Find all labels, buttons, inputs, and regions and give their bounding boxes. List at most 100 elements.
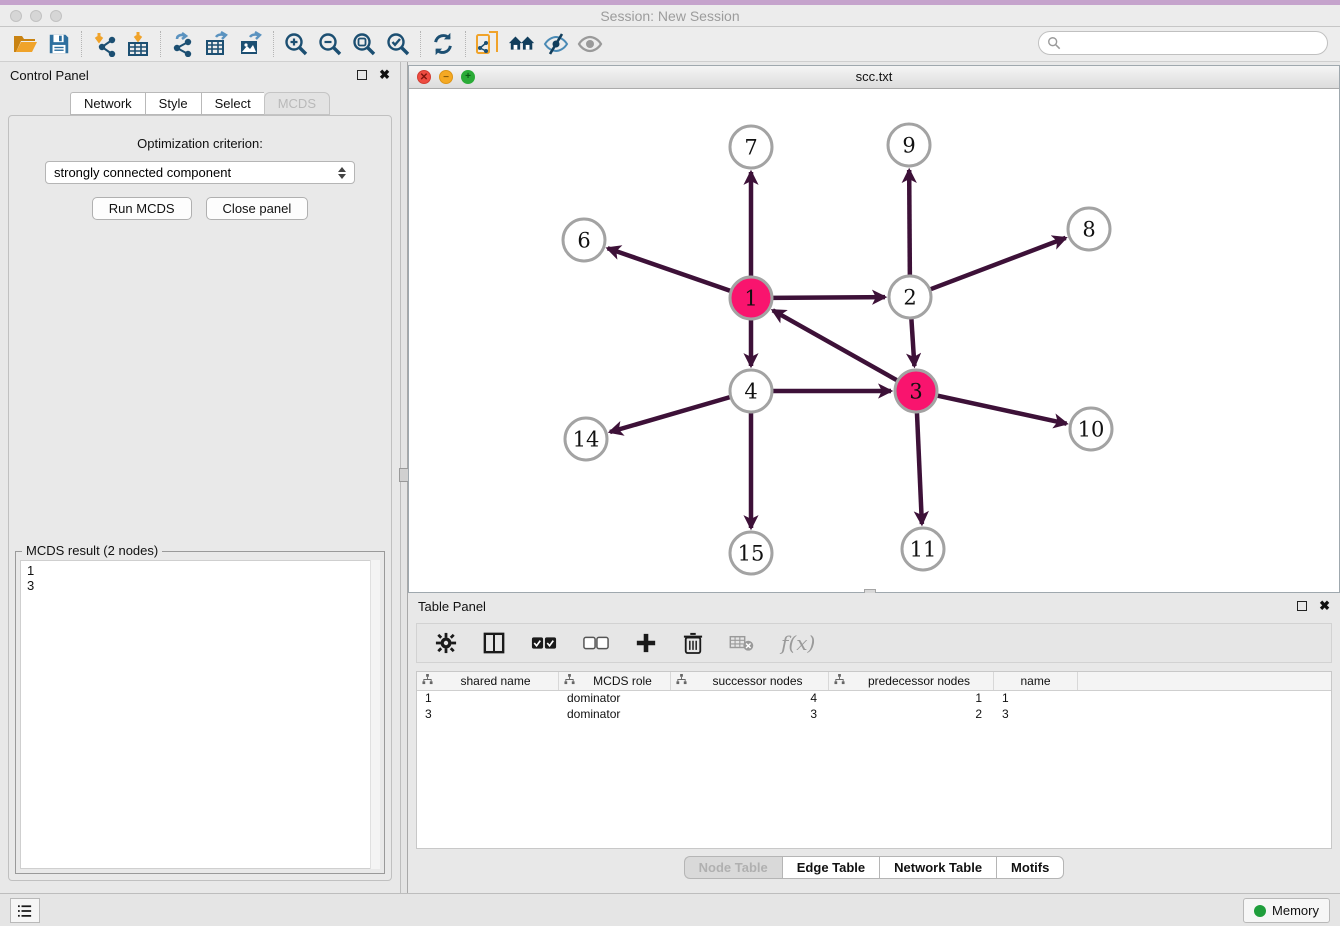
zoom-selected-button[interactable] <box>381 29 415 59</box>
table-panel-title: Table Panel <box>418 599 1297 614</box>
function-builder-button[interactable]: f(x) <box>781 631 815 655</box>
export-image-button[interactable] <box>234 29 268 59</box>
column-header-successor-nodes[interactable]: successor nodes <box>671 672 829 690</box>
memory-status-icon <box>1254 905 1266 917</box>
tab-select[interactable]: Select <box>201 92 264 115</box>
control-panel-title: Control Panel <box>10 68 357 83</box>
main-toolbar <box>0 27 1340 62</box>
cell-name[interactable]: 1 <box>994 691 1078 707</box>
zoom-in-icon <box>283 31 309 57</box>
graph-edge-2-3[interactable] <box>911 318 914 366</box>
close-table-panel-icon[interactable]: ✖ <box>1319 601 1330 611</box>
graph-edge-2-9[interactable] <box>909 170 910 276</box>
import-table-button[interactable] <box>121 29 155 59</box>
column-header-mcds-role[interactable]: MCDS role <box>559 672 671 690</box>
tab-mcds[interactable]: MCDS <box>264 92 330 115</box>
new-network-from-selection-button[interactable] <box>471 29 505 59</box>
network-canvas[interactable]: 7968124314101511 <box>409 89 1339 592</box>
cell-shared-name[interactable]: 3 <box>417 707 559 723</box>
graph-edge-2-8[interactable] <box>930 238 1066 290</box>
cell-mcds-role[interactable]: dominator <box>559 707 671 723</box>
open-session-button[interactable] <box>8 29 42 59</box>
import-network-button[interactable] <box>87 29 121 59</box>
open-folder-icon <box>12 31 38 57</box>
network-graph[interactable]: 7968124314101511 <box>409 89 1339 592</box>
network-window-titlebar[interactable]: ✕ − + scc.txt <box>409 66 1339 89</box>
table-row[interactable]: 1 dominator 4 1 1 <box>417 691 1331 707</box>
tab-motifs[interactable]: Motifs <box>996 856 1064 879</box>
columns-icon <box>483 632 505 654</box>
graph-edge-3-1[interactable] <box>773 310 898 380</box>
graph-edge-3-11[interactable] <box>917 412 922 524</box>
mcds-result-group: MCDS result (2 nodes) 1 3 <box>15 551 385 874</box>
export-table-icon <box>204 31 230 57</box>
export-network-button[interactable] <box>166 29 200 59</box>
show-all-button[interactable] <box>573 29 607 59</box>
cell-successor-nodes[interactable]: 4 <box>671 691 829 707</box>
unchecked-boxes-icon <box>583 636 609 650</box>
optimization-criterion-select[interactable]: strongly connected component <box>45 161 355 184</box>
memory-button[interactable]: Memory <box>1243 898 1330 923</box>
node-table-header: shared name MCDS role successor nodes pr… <box>417 672 1331 691</box>
hide-selected-button[interactable] <box>539 29 573 59</box>
result-scrollbar[interactable] <box>370 560 380 869</box>
refresh-view-button[interactable] <box>426 29 460 59</box>
select-all-columns-button[interactable] <box>531 636 557 650</box>
table-panel: Table Panel ✖ f(x) shared name MCDS rol <box>408 593 1340 893</box>
cell-shared-name[interactable]: 1 <box>417 691 559 707</box>
graph-node-label-2: 2 <box>903 286 916 310</box>
cell-predecessor-nodes[interactable]: 1 <box>829 691 994 707</box>
cell-name[interactable]: 3 <box>994 707 1078 723</box>
tab-network[interactable]: Network <box>70 92 145 115</box>
table-row[interactable]: 3 dominator 3 2 3 <box>417 707 1331 723</box>
tab-network-table[interactable]: Network Table <box>879 856 996 879</box>
control-panel: Control Panel ✖ Network Style Select MCD… <box>0 62 400 893</box>
graph-edge-3-10[interactable] <box>937 395 1067 423</box>
close-panel-button[interactable]: Close panel <box>206 197 309 220</box>
show-panels-button[interactable] <box>10 898 40 923</box>
column-header-name[interactable]: name <box>994 672 1078 690</box>
network-from-selection-icon <box>475 31 501 57</box>
graph-edge-1-2[interactable] <box>772 297 885 298</box>
zoom-fit-button[interactable] <box>347 29 381 59</box>
float-panel-icon[interactable] <box>357 70 367 80</box>
zoom-in-button[interactable] <box>279 29 313 59</box>
graph-node-label-3: 3 <box>909 380 922 404</box>
tab-node-table[interactable]: Node Table <box>684 856 782 879</box>
gear-icon <box>435 632 457 654</box>
search-input[interactable] <box>1066 36 1327 51</box>
plus-icon <box>635 632 657 654</box>
graph-node-label-4: 4 <box>744 380 757 404</box>
table-settings-button[interactable] <box>435 632 457 654</box>
graph-edge-1-6[interactable] <box>608 248 732 291</box>
close-panel-icon[interactable]: ✖ <box>379 70 390 80</box>
unselect-all-columns-button[interactable] <box>583 636 609 650</box>
tab-edge-table[interactable]: Edge Table <box>782 856 879 879</box>
delete-column-button[interactable] <box>683 632 703 654</box>
graph-edge-4-14[interactable] <box>610 397 731 432</box>
zoom-out-button[interactable] <box>313 29 347 59</box>
float-table-panel-icon[interactable] <box>1297 601 1307 611</box>
graph-node-label-11: 11 <box>910 538 937 562</box>
first-neighbors-button[interactable] <box>505 29 539 59</box>
create-column-button[interactable] <box>635 632 657 654</box>
cell-successor-nodes[interactable]: 3 <box>671 707 829 723</box>
delete-table-button[interactable] <box>729 634 755 652</box>
zoom-selected-icon <box>385 31 411 57</box>
app-title: Session: New Session <box>0 8 1340 24</box>
toolbar-separator <box>465 31 466 57</box>
search-box[interactable] <box>1038 31 1328 55</box>
cell-predecessor-nodes[interactable]: 2 <box>829 707 994 723</box>
export-table-button[interactable] <box>200 29 234 59</box>
tab-style[interactable]: Style <box>145 92 201 115</box>
run-mcds-button[interactable]: Run MCDS <box>92 197 192 220</box>
list-icon <box>17 904 33 918</box>
mcds-result-text[interactable]: 1 3 <box>20 560 380 869</box>
column-header-shared-name[interactable]: shared name <box>417 672 559 690</box>
memory-label: Memory <box>1272 903 1319 918</box>
save-session-button[interactable] <box>42 29 76 59</box>
hierarchy-icon <box>676 674 687 688</box>
column-header-predecessor-nodes[interactable]: predecessor nodes <box>829 672 994 690</box>
cell-mcds-role[interactable]: dominator <box>559 691 671 707</box>
show-column-button[interactable] <box>483 632 505 654</box>
